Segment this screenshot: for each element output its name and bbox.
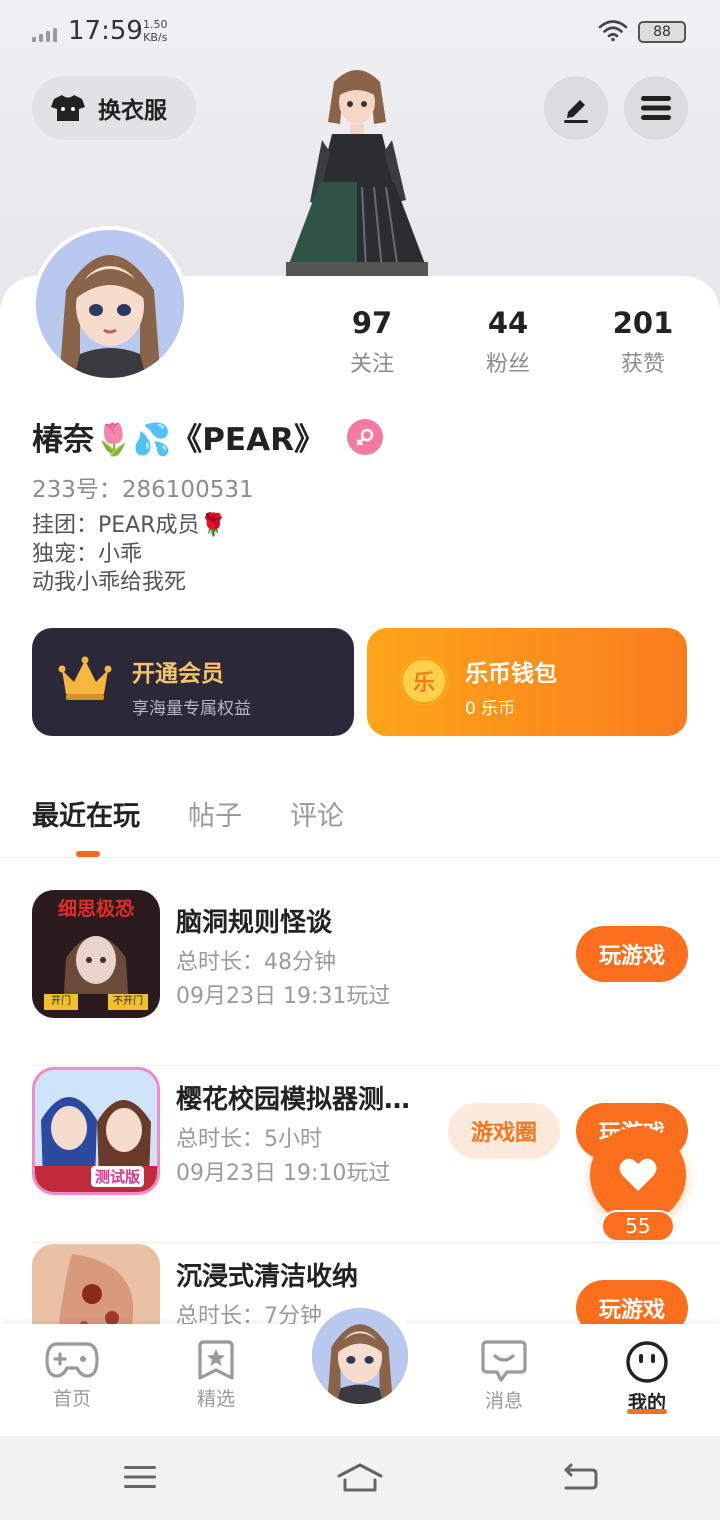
wifi-icon [598,20,628,42]
profile-avatar[interactable] [32,226,188,382]
recent-apps-icon[interactable] [122,1462,158,1492]
game-name: 沉浸式清洁收纳 [176,1262,359,1292]
vip-title: 开通会员 [132,661,224,687]
system-navigation-bar [0,1436,720,1520]
tab-recent-played[interactable]: 最近在玩 [32,794,140,833]
nav-center-avatar[interactable] [304,1300,416,1412]
stat-likes-label: 获赞 [620,352,665,377]
nav-item-me[interactable]: 我的 [592,1340,702,1414]
game-last-played: 09月23日 19:10玩过 [176,1161,391,1186]
play-game-button[interactable]: 玩游戏 [576,926,688,982]
nav-label: 精选 [196,1388,235,1410]
vip-membership-card[interactable]: 开通会员 享海量专属权益 [32,628,354,736]
tab-posts[interactable]: 帖子 [188,794,242,833]
crown-icon [58,656,112,700]
tshirt-icon [51,95,85,121]
signal-icon [32,28,57,42]
change-outfit-button[interactable]: 换衣服 [32,76,196,140]
nav-label: 首页 [52,1388,91,1410]
divider [0,857,720,858]
like-button[interactable] [590,1127,686,1223]
character-avatar-figure[interactable] [282,62,432,278]
vip-subtitle: 享海量专属权益 [132,699,251,719]
stat-following-count: 97 [351,306,393,340]
profile-bio: 挂团：PEAR成员🌹 独宠：小乖 动我小乖给我死 [32,512,227,598]
status-bar: 17:59 1.50 KB/s 88 [0,0,720,66]
star-bookmark-icon [198,1340,234,1380]
stat-likes[interactable]: 201 获赞 [583,306,703,378]
female-icon [346,418,383,455]
network-speed: 1.50 KB/s [143,18,168,44]
bio-line: 独宠：小乖 [32,541,143,567]
heart-icon [619,1158,657,1191]
active-nav-indicator [627,1409,667,1414]
gamepad-icon [45,1342,99,1378]
bottom-navigation: 首页 精选 消息 我的 [0,1300,720,1436]
wallet-balance: 0 乐币 [465,699,516,719]
chat-icon [481,1340,527,1382]
game-icon-open-door-label: 开门 [44,994,78,1010]
edit-profile-button[interactable] [544,76,608,140]
nav-item-messages[interactable]: 消息 [449,1340,559,1413]
nickname-text: 椿奈🌷💦《PEAR》 [32,422,325,458]
menu-button[interactable] [624,76,688,140]
user-id: 233号：286100531 [32,477,254,503]
game-icon-sakura-school: 测试版 [32,1067,160,1195]
wallet-title: 乐币钱包 [465,661,557,687]
game-name: 脑洞规则怪谈 [176,908,333,938]
game-circle-button[interactable]: 游戏圈 [448,1103,560,1159]
stat-followers-label: 粉丝 [485,352,530,377]
game-name: 樱花校园模拟器测… [176,1085,411,1115]
change-outfit-label: 换衣服 [98,98,167,124]
nav-item-home[interactable]: 首页 [17,1340,127,1411]
game-icon-badge: 测试版 [91,1166,145,1187]
avatar [312,1308,408,1404]
game-icon-brain-rules: 细思极恐 开门 不开门 [32,890,160,1018]
stat-following-label: 关注 [349,352,394,377]
like-count: 55 [601,1210,675,1242]
avatar-face-image [36,230,184,378]
wallet-card[interactable]: 乐 乐币钱包 0 乐币 [367,628,687,736]
menu-icon [641,96,671,120]
bio-line: 动我小乖给我死 [32,570,187,595]
profile-nickname: 椿奈🌷💦《PEAR》 [32,414,383,459]
status-time: 17:59 [68,16,143,46]
game-duration: 总时长：48分钟 [176,950,336,975]
pen-icon [564,100,588,123]
game-icon-caption: 细思极恐 [57,898,134,920]
profile-tabs: 最近在玩 帖子 评论 [32,794,344,833]
game-last-played: 09月23日 19:31玩过 [176,984,391,1009]
stat-followers[interactable]: 44 粉丝 [448,306,568,378]
game-duration: 总时长：5小时 [176,1127,322,1152]
home-icon[interactable] [336,1462,384,1494]
back-icon[interactable] [562,1462,598,1492]
game-row[interactable]: 细思极恐 开门 不开门 脑洞规则怪谈 总时长：48分钟 09月23日 19:31… [32,890,720,1066]
stat-followers-count: 44 [487,306,529,340]
game-icon-no-open-label: 不开门 [108,994,148,1010]
battery-indicator: 88 [638,21,686,43]
nav-label: 消息 [484,1390,523,1412]
stat-following[interactable]: 97 关注 [312,306,432,378]
coin-icon: 乐 [399,656,449,706]
bio-line: 挂团：PEAR成员🌹 [32,513,227,538]
nav-item-featured[interactable]: 精选 [161,1340,271,1411]
stat-likes-count: 201 [612,306,674,340]
tab-comments[interactable]: 评论 [290,794,344,833]
face-icon [626,1341,668,1383]
